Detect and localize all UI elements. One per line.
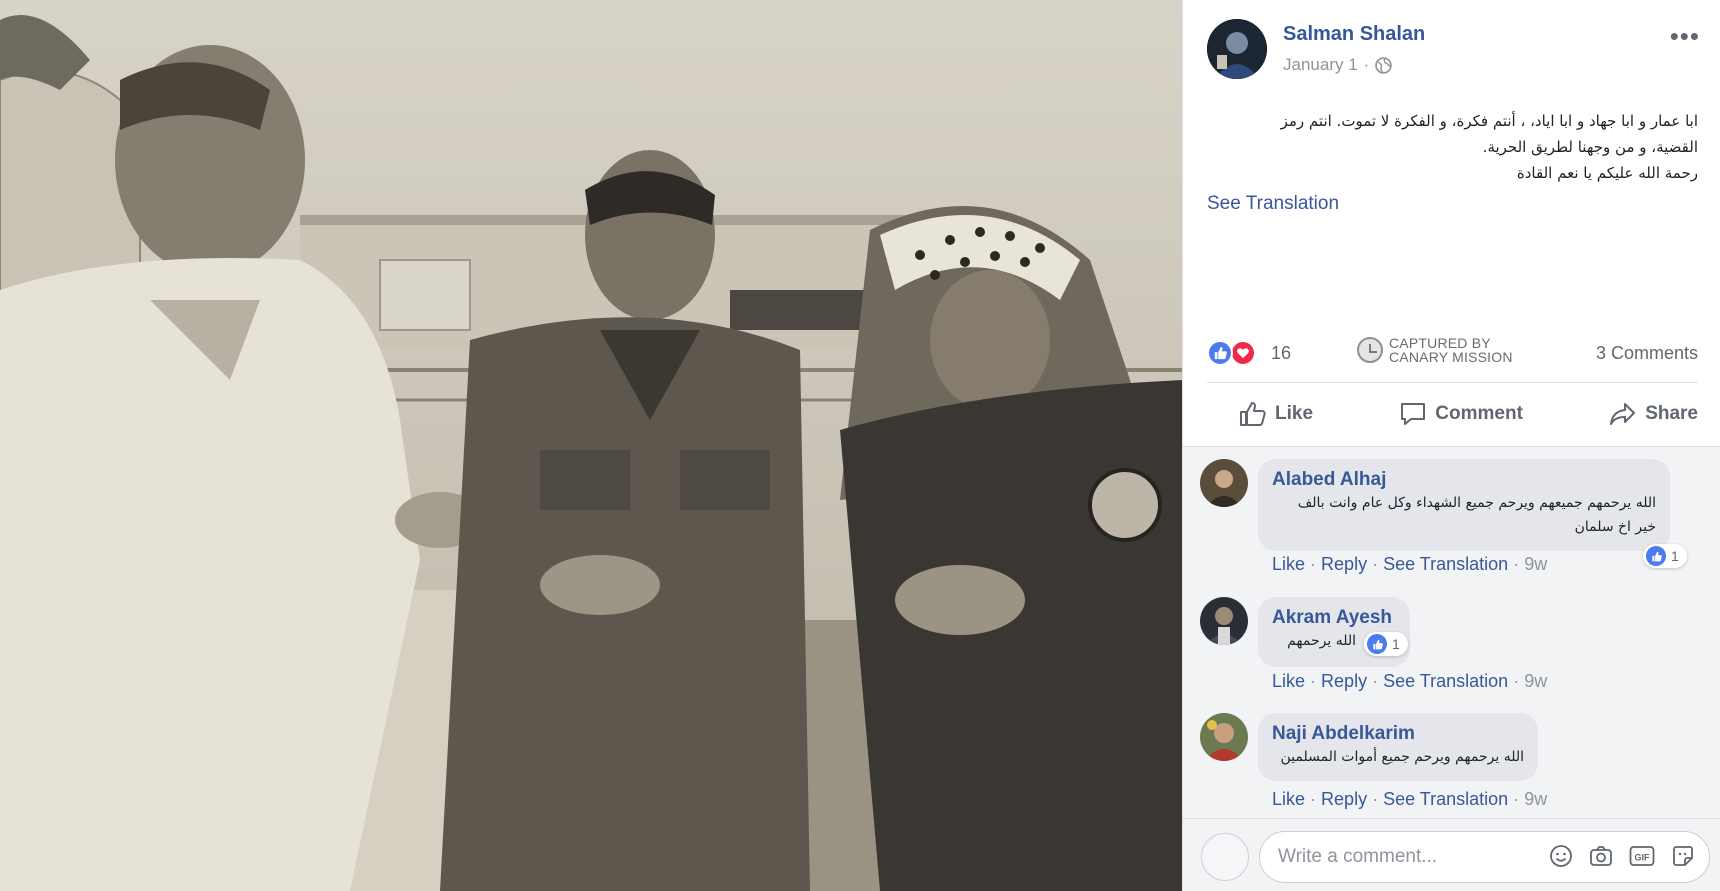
comment-actions: Like · Reply · See Translation · 9w <box>1272 789 1548 809</box>
comment-text: الله يرحمهم جميعهم ويرحم جميع الشهداء وك… <box>1297 495 1656 511</box>
date-separator: · <box>1363 55 1370 74</box>
comment-reaction-count: 1 <box>1671 548 1679 564</box>
comment-bubble: Alabed Alhaj الله يرحمهم جميعهم ويرحم جم… <box>1258 459 1670 551</box>
post-meta: January 1 · <box>1283 55 1393 75</box>
comment-item: Akram Ayesh الله يرحمهم 1 Like · Reply ·… <box>1200 597 1700 697</box>
commenter-avatar[interactable] <box>1200 713 1248 761</box>
more-options-icon[interactable]: ••• <box>1670 23 1700 49</box>
like-reaction-icon <box>1367 634 1387 654</box>
comment-bubble-icon <box>1401 403 1426 425</box>
reaction-icons[interactable] <box>1207 340 1256 366</box>
watermark-line: CAPTURED BY <box>1389 335 1491 351</box>
post-photo[interactable] <box>0 0 1182 891</box>
post-text-line: رحمة الله عليكم يا نعم القادة <box>1516 164 1698 182</box>
reaction-count[interactable]: 16 <box>1271 343 1291 364</box>
comment-button[interactable]: Comment <box>1399 401 1523 427</box>
comment-input[interactable]: Write a comment... GIF <box>1259 831 1710 883</box>
comment-like-link[interactable]: Like <box>1272 554 1305 574</box>
commenter-avatar[interactable] <box>1200 459 1248 507</box>
sticker-icon[interactable] <box>1671 844 1695 868</box>
author-name[interactable]: Salman Shalan <box>1283 23 1425 46</box>
comment-actions: Like · Reply · See Translation · 9w <box>1272 671 1548 691</box>
comment-label: Comment <box>1435 403 1523 424</box>
watermark-line: CANARY MISSION <box>1389 349 1513 365</box>
gif-icon[interactable]: GIF <box>1629 844 1655 868</box>
post-text-line: ابا عمار و ابا جهاد و ابا اياد، ، أنتم ف… <box>1280 112 1698 130</box>
globe-icon <box>1375 56 1393 74</box>
share-button[interactable]: Share <box>1609 401 1698 427</box>
comment-text: الله يرحمهم ويرحم جميع أموات المسلمين <box>1280 749 1524 765</box>
comment-actions: Like · Reply · See Translation · 9w <box>1272 554 1548 574</box>
comment-time[interactable]: 9w <box>1524 789 1547 809</box>
comment-text: خير اخ سلمان <box>1574 519 1656 535</box>
photo-image <box>0 0 1182 891</box>
share-label: Share <box>1645 403 1698 424</box>
comment-like-link[interactable]: Like <box>1272 671 1305 691</box>
commenter-name[interactable]: Naji Abdelkarim <box>1272 723 1524 745</box>
author-avatar[interactable] <box>1207 19 1267 79</box>
comment-reaction-badge[interactable]: 1 <box>1643 544 1687 568</box>
camera-icon[interactable] <box>1589 844 1613 868</box>
author-avatar-image <box>1207 19 1267 79</box>
current-user-avatar <box>1201 833 1249 881</box>
thumbs-up-icon <box>1240 402 1266 426</box>
commenter-name[interactable]: Akram Ayesh <box>1272 607 1396 629</box>
post-panel: Salman Shalan January 1 · ••• ابا عمار و… <box>1182 0 1720 891</box>
comment-input-placeholder: Write a comment... <box>1278 846 1438 867</box>
comment-reply-link[interactable]: Reply <box>1321 789 1367 809</box>
clock-icon <box>1357 337 1383 363</box>
composer-icons: GIF <box>1549 844 1695 868</box>
share-arrow-icon <box>1610 403 1636 425</box>
post-text: ابا عمار و ابا جهاد و ابا اياد، ، أنتم ف… <box>1207 108 1698 186</box>
svg-text:GIF: GIF <box>1635 853 1651 863</box>
post-header: Salman Shalan January 1 · ••• <box>1207 19 1700 83</box>
like-reaction-icon <box>1207 340 1233 366</box>
commenter-avatar[interactable] <box>1200 597 1248 645</box>
commenter-avatar-image <box>1200 713 1248 761</box>
post-actions: Like Comment Share <box>1207 392 1698 436</box>
comment-reaction-count: 1 <box>1392 636 1400 652</box>
comment-bubble: Naji Abdelkarim الله يرحمهم ويرحم جميع أ… <box>1258 713 1538 781</box>
commenter-avatar-image <box>1200 459 1248 507</box>
divider <box>1207 382 1698 383</box>
comment-see-translation-link[interactable]: See Translation <box>1383 554 1508 574</box>
love-reaction-icon <box>1230 340 1256 366</box>
like-reaction-icon <box>1646 546 1666 566</box>
comments-count[interactable]: 3 Comments <box>1596 343 1698 364</box>
post-text-line: القضية، و من وجهنا لطريق الحرية. <box>1482 138 1698 156</box>
comment-item: Naji Abdelkarim الله يرحمهم ويرحم جميع أ… <box>1200 713 1700 813</box>
commenter-avatar-image <box>1200 597 1248 645</box>
reactions-bar: 16 CAPTURED BY CANARY MISSION 3 Comments <box>1207 336 1698 368</box>
like-button[interactable]: Like <box>1239 401 1313 427</box>
comment-time[interactable]: 9w <box>1524 671 1547 691</box>
comments-section: Alabed Alhaj الله يرحمهم جميعهم ويرحم جم… <box>1183 446 1720 818</box>
post-date[interactable]: January 1 <box>1283 55 1358 75</box>
comment-reply-link[interactable]: Reply <box>1321 554 1367 574</box>
comment-like-link[interactable]: Like <box>1272 789 1305 809</box>
comment-reply-link[interactable]: Reply <box>1321 671 1367 691</box>
like-label: Like <box>1275 403 1314 424</box>
comment-reaction-badge[interactable]: 1 <box>1364 632 1408 656</box>
see-translation-link[interactable]: See Translation <box>1207 193 1339 215</box>
canary-mission-watermark: CAPTURED BY CANARY MISSION <box>1357 336 1513 364</box>
comment-see-translation-link[interactable]: See Translation <box>1383 789 1508 809</box>
emoji-icon[interactable] <box>1549 844 1573 868</box>
commenter-name[interactable]: Alabed Alhaj <box>1272 469 1656 491</box>
comment-time[interactable]: 9w <box>1524 554 1547 574</box>
comment-see-translation-link[interactable]: See Translation <box>1383 671 1508 691</box>
comment-item: Alabed Alhaj الله يرحمهم جميعهم ويرحم جم… <box>1200 459 1700 577</box>
comment-composer: Write a comment... GIF <box>1183 818 1720 891</box>
